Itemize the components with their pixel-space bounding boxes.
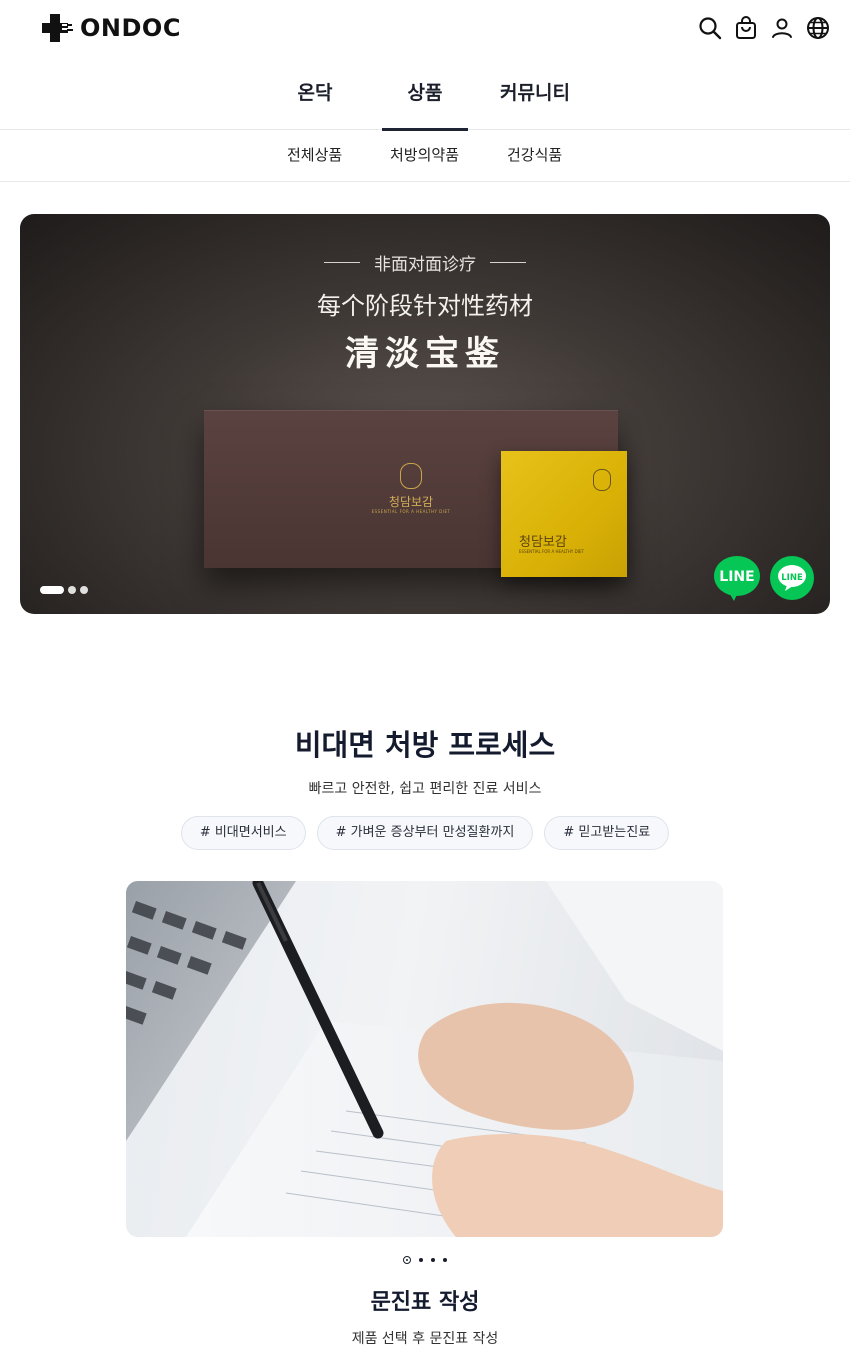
step-dot[interactable]: [403, 1256, 411, 1264]
hashtag-list: # 비대면서비스 # 가벼운 증상부터 만성질환까지 # 믿고받는진료: [0, 816, 850, 850]
step-description: 제품 선택 후 문진표 작성: [351, 1331, 499, 1347]
subtab-all-products[interactable]: 전체상품: [287, 130, 342, 181]
pouch-product-name: 청담보감: [519, 535, 567, 550]
line-app-button[interactable]: LINE: [769, 555, 815, 601]
step-dot[interactable]: [419, 1258, 423, 1262]
hashtag-chip[interactable]: # 비대면서비스: [180, 816, 306, 850]
process-step-photo: [126, 881, 723, 1237]
pagination-dot[interactable]: [68, 586, 76, 594]
subtab-health-food[interactable]: 건강식품: [507, 130, 562, 181]
divider: [490, 262, 526, 263]
pagination-dot[interactable]: [80, 586, 88, 594]
hashtag-chip[interactable]: # 믿고받는진료: [544, 816, 670, 850]
step-dot[interactable]: [431, 1258, 435, 1262]
step-pagination: [0, 1256, 850, 1264]
section-subtitle: 빠르고 안전한, 쉽고 편리한 진료 서비스: [308, 781, 542, 797]
globe-icon[interactable]: [806, 15, 830, 41]
main-nav: 온닥 상품 커뮤니티: [0, 56, 850, 131]
tab-products[interactable]: 상품: [382, 56, 468, 131]
product-pouch-image: 청담보감 ESSENTIAL FOR A HEALTHY DIET: [501, 451, 627, 577]
banner-subtitle: 非面对面诊疗: [374, 255, 476, 275]
pagination-dot[interactable]: [40, 586, 64, 594]
medical-cross-icon: [40, 12, 74, 44]
banner-subtitle-row: 非面对面诊疗: [20, 250, 830, 275]
site-header: ONDOC: [0, 0, 850, 56]
hashtag-chip[interactable]: # 가벼운 증상부터 만성질환까지: [316, 816, 534, 850]
tab-ondoc[interactable]: 온닥: [272, 56, 358, 130]
promo-banner[interactable]: 非面对面诊疗 每个阶段针对性药材 清淡宝鉴 청담보감 ESSENTIAL FOR…: [20, 214, 830, 614]
sub-nav: 전체상품 처방의약품 건강식품: [0, 130, 850, 182]
line-label: LINE: [719, 569, 754, 585]
header-icons: [698, 15, 830, 41]
logo-text: ONDOC: [80, 14, 181, 42]
banner-brand: 清淡宝鉴: [345, 334, 505, 374]
brand-emblem-icon: [593, 469, 611, 491]
line-label: LINE: [781, 573, 803, 583]
user-icon[interactable]: [770, 15, 794, 41]
step-title: 문진표 작성: [370, 1290, 480, 1315]
divider: [324, 262, 360, 263]
search-icon[interactable]: [698, 15, 722, 41]
line-chat-button[interactable]: LINE: [714, 555, 760, 601]
pouch-tagline: ESSENTIAL FOR A HEALTHY DIET: [519, 549, 584, 554]
ondoc-logo[interactable]: ONDOC: [40, 12, 181, 44]
brand-emblem-icon: [400, 463, 422, 489]
section-title: 비대면 처방 프로세스: [294, 728, 556, 762]
tab-community[interactable]: 커뮤니티: [492, 56, 578, 130]
banner-title: 每个阶段针对性药材: [317, 292, 533, 320]
subtab-prescription-drugs[interactable]: 처방의약품: [390, 130, 459, 181]
shopping-bag-icon[interactable]: [734, 15, 758, 41]
step-dot[interactable]: [443, 1258, 447, 1262]
banner-pagination: [40, 586, 88, 594]
